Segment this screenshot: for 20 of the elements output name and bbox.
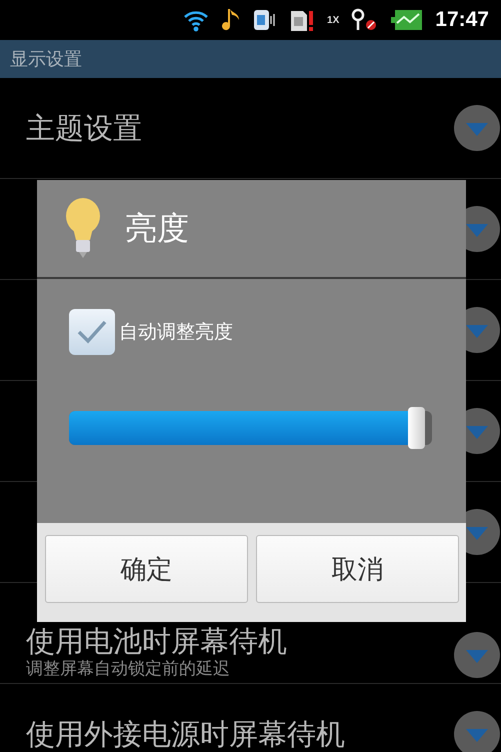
settings-row[interactable]: 主题设置	[0, 78, 501, 179]
setting-title: 主题设置	[26, 112, 143, 144]
cancel-button[interactable]: 取消	[256, 535, 459, 603]
setting-title: 使用电池时屏幕待机	[26, 625, 288, 657]
dialog-title: 亮度	[125, 208, 189, 248]
light-bulb-icon	[65, 198, 101, 260]
slider-thumb[interactable]	[408, 407, 425, 449]
speaker-icon	[253, 8, 278, 32]
setting-title: 使用外接电源时屏幕待机	[26, 718, 346, 750]
settings-row[interactable]: 使用外接电源时屏幕待机	[0, 684, 501, 752]
setting-subtitle: 调整屏幕自动锁定前的延迟	[26, 659, 231, 679]
clock-time: 17:47	[435, 8, 489, 32]
battery-chart-icon	[391, 9, 424, 31]
auto-brightness-checkbox[interactable]	[69, 309, 115, 355]
checkbox-label: 自动调整亮度	[119, 320, 233, 345]
ok-button[interactable]: 确定	[45, 535, 248, 603]
music-note-icon	[221, 7, 242, 33]
screen-title: 显示设置	[10, 48, 82, 71]
network-type-label: 1X	[327, 14, 340, 26]
checkmark-icon	[76, 319, 108, 345]
